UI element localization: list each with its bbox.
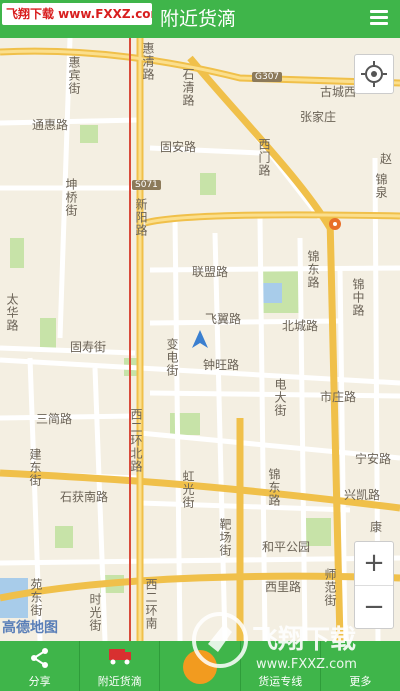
hamburger-menu-icon[interactable]: [370, 10, 388, 26]
order-icon: [183, 650, 217, 684]
locate-button[interactable]: [354, 54, 394, 94]
road-label: 锦东路: [267, 468, 281, 507]
road-label: 宁安路: [355, 452, 392, 466]
bottom-navigation: 分享 附近货滴 货运专线 更多: [0, 641, 400, 691]
header-bar: 飞翔下载 www.FXXZ.com 附近货滴: [0, 0, 400, 38]
road-label: 三简路: [36, 412, 73, 426]
road-label: 西二环北路: [129, 408, 143, 473]
road-label: 石清路: [181, 68, 195, 107]
nav-routes[interactable]: 货运专线: [241, 641, 321, 691]
highway-shield: G307: [252, 72, 283, 82]
road-label: 建东街: [28, 448, 42, 487]
nav-label: 货运专线: [258, 675, 303, 688]
road-label: 通惠路: [32, 118, 69, 132]
zoom-controls: + −: [354, 541, 394, 629]
road-label: 变电街: [165, 338, 179, 377]
road-label: 靶场街: [218, 518, 232, 557]
park-area: [55, 526, 73, 548]
nav-label: 附近货滴: [97, 675, 142, 688]
road-label: 西门路: [257, 138, 271, 177]
road-label: 苑东街: [29, 578, 43, 617]
park-area: [200, 173, 216, 195]
road-label: 电大街: [273, 378, 287, 417]
road-label: 坤桥街: [64, 178, 78, 217]
road-label: 虹光街: [181, 470, 195, 509]
park-area: [10, 238, 24, 268]
road-label: 张家庄: [300, 110, 337, 124]
road-label: 惠清路: [141, 42, 155, 81]
lake-area: [262, 283, 282, 303]
map-view[interactable]: 惠宾街 通惠路 固安路 张家庄 古城西 G307 S071 坤桥街 惠清路 石清…: [0, 38, 400, 641]
road-label: 古城西: [320, 85, 357, 99]
road-label: 和平公园: [262, 540, 311, 554]
truck-icon: [108, 649, 131, 665]
nav-more[interactable]: 更多: [321, 641, 400, 691]
road-label: 锦中路: [351, 278, 365, 317]
park-area: [40, 318, 56, 350]
road-label: 师范街: [323, 568, 337, 607]
road-label: 固寿街: [70, 340, 107, 354]
road-label: 新阳路: [134, 198, 148, 237]
road-label: 固安路: [160, 140, 197, 154]
road-label: 惠宾街: [67, 56, 81, 95]
road-label: 联盟路: [192, 265, 229, 279]
watermark-top: 飞翔下载 www.FXXZ.com: [2, 3, 152, 25]
road-label: 西二环南: [144, 578, 158, 630]
road-label: 兴凯路: [344, 488, 381, 502]
nav-order[interactable]: [160, 641, 241, 691]
nav-nearby[interactable]: 附近货滴: [80, 641, 161, 691]
road-label: 石获南路: [60, 490, 109, 504]
road-label: 赵: [380, 152, 393, 166]
nav-label: 分享: [28, 675, 51, 688]
zoom-out-button[interactable]: −: [355, 586, 393, 629]
share-icon: [30, 648, 48, 668]
page-title: 附近货滴: [160, 8, 237, 30]
map-provider-logo: 高德地图: [2, 620, 58, 636]
highway-shield: S071: [132, 180, 161, 190]
park-area: [80, 125, 98, 143]
road-label: 西里路: [265, 580, 302, 594]
nav-label: 更多: [349, 675, 372, 688]
road-label: 锦泉: [374, 173, 388, 199]
road-label: 钟旺路: [203, 358, 240, 372]
road-label: 北城路: [282, 319, 319, 333]
zoom-in-button[interactable]: +: [355, 542, 393, 586]
park-area: [170, 413, 200, 435]
current-location-marker: [192, 330, 208, 348]
crosshair-icon: [361, 61, 387, 87]
road-label: 太华路: [5, 293, 19, 332]
road-label: 市庄路: [320, 390, 357, 404]
road-label: 飞翼路: [205, 312, 242, 326]
road-label: 锦东路: [306, 250, 320, 289]
nav-share[interactable]: 分享: [0, 641, 81, 691]
road-label: 时光街: [88, 593, 102, 632]
road-label: 康: [370, 520, 383, 534]
